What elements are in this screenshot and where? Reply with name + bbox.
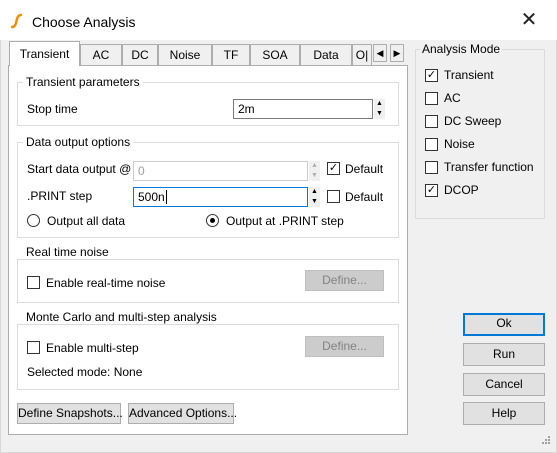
tab-tf[interactable]: TF [212, 44, 250, 65]
print-step-label: .PRINT step [27, 189, 93, 203]
help-button[interactable]: Help [463, 402, 545, 425]
start-data-output-input[interactable]: 0 [133, 161, 308, 181]
stop-time-input[interactable]: 2m [233, 99, 373, 119]
start-default-label: Default [345, 162, 384, 176]
run-button[interactable]: Run [463, 343, 545, 366]
selected-mode-text: Selected mode: None [27, 365, 143, 379]
print-step-spinner[interactable]: ▲ ▼ [309, 187, 320, 207]
mode-label: Noise [444, 137, 475, 151]
mode-noise-checkbox[interactable] [425, 138, 438, 151]
mode-dc-sweep-checkbox[interactable] [425, 115, 438, 128]
tab-o-[interactable]: O| [352, 44, 372, 65]
tab-soa[interactable]: SOA [250, 44, 300, 65]
tab-ac[interactable]: AC [80, 44, 122, 65]
tab-panel-transient: Transient parameters Stop time 2m ▲ ▼ Dat… [8, 65, 408, 435]
group-label: Real time noise [23, 245, 112, 259]
mode-transfer-function-checkbox[interactable] [425, 161, 438, 174]
tab-data[interactable]: Data [300, 44, 352, 65]
start-default-checkbox[interactable]: ✓ [327, 162, 340, 175]
enable-multi-step-checkbox[interactable] [27, 341, 40, 354]
title-bar: Choose Analysis ✕ [0, 0, 557, 40]
start-data-output-label: Start data output @ [27, 162, 132, 176]
mode-ac-checkbox[interactable] [425, 92, 438, 105]
output-print-step-label: Output at .PRINT step [226, 214, 344, 228]
start-data-output-spinner[interactable]: ▲ ▼ [309, 161, 320, 181]
output-all-data-label: Output all data [47, 214, 126, 228]
chevron-right-icon[interactable]: ▶ [390, 44, 404, 62]
checkmark-icon: ✓ [426, 184, 437, 196]
output-all-data-radio[interactable] [27, 214, 40, 227]
enable-real-time-noise-checkbox[interactable] [27, 276, 40, 289]
simetrix-logo-icon [10, 13, 23, 29]
print-default-checkbox[interactable] [327, 190, 340, 203]
mode-label: DC Sweep [444, 114, 502, 128]
chevron-left-icon[interactable]: ◀ [373, 44, 387, 62]
define-noise-button[interactable]: Define... [305, 270, 384, 291]
print-default-label: Default [345, 190, 384, 204]
mode-label: DCOP [444, 183, 479, 197]
window-title: Choose Analysis [32, 14, 136, 30]
mode-transient-checkbox[interactable]: ✓ [425, 69, 438, 82]
stop-time-label: Stop time [27, 102, 78, 116]
checkmark-icon: ✓ [426, 69, 437, 81]
monte-carlo-group [17, 324, 399, 390]
enable-multi-step-label: Enable multi-step [46, 341, 139, 355]
tab-dc[interactable]: DC [122, 44, 158, 65]
mode-label: Transfer function [444, 160, 534, 174]
group-label: Monte Carlo and multi-step analysis [23, 310, 220, 324]
mode-label: AC [444, 91, 461, 105]
cancel-button[interactable]: Cancel [463, 373, 545, 396]
output-print-step-radio[interactable] [206, 214, 219, 227]
checkmark-icon: ✓ [328, 162, 339, 174]
tab-transient[interactable]: Transient [9, 41, 80, 66]
close-icon[interactable]: ✕ [517, 8, 541, 32]
tab-noise[interactable]: Noise [158, 44, 212, 65]
group-label: Transient parameters [23, 75, 143, 89]
mode-dcop-checkbox[interactable]: ✓ [425, 184, 438, 197]
print-step-input[interactable]: 500n [133, 187, 308, 207]
ok-button[interactable]: Ok [463, 313, 545, 336]
advanced-options-button[interactable]: Advanced Options... [128, 403, 237, 424]
print-step-value: 500n [138, 190, 165, 204]
define-snapshots-button[interactable]: Define Snapshots... [17, 403, 123, 424]
group-label: Data output options [23, 135, 134, 149]
resize-grip-icon[interactable] [537, 433, 551, 447]
mode-label: Transient [444, 68, 494, 82]
analysis-mode-title: Analysis Mode [420, 42, 503, 56]
enable-real-time-noise-label: Enable real-time noise [46, 276, 166, 290]
stop-time-spinner[interactable]: ▲ ▼ [374, 99, 385, 119]
define-multi-step-button[interactable]: Define... [305, 336, 384, 357]
